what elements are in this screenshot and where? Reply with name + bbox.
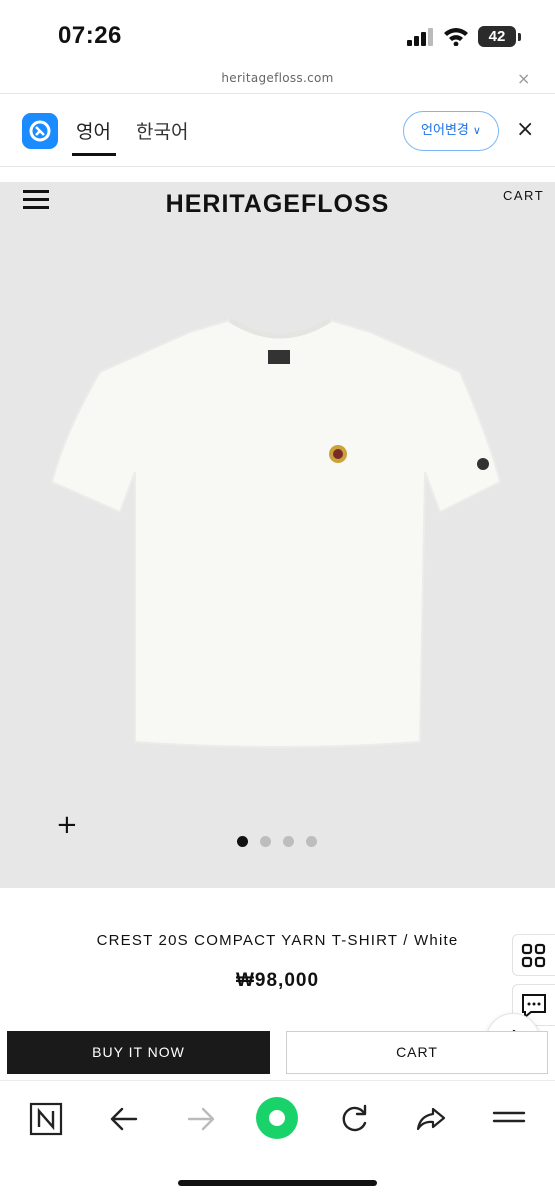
naver-n-icon[interactable] xyxy=(26,1099,66,1139)
carousel-dot[interactable] xyxy=(260,836,271,847)
add-to-cart-button[interactable]: CART xyxy=(286,1031,548,1074)
status-bar: 07:26 42 xyxy=(0,0,555,66)
tab-english[interactable]: 영어 xyxy=(76,117,111,144)
share-icon[interactable] xyxy=(411,1099,451,1139)
header-cart-link[interactable]: CART xyxy=(503,188,544,203)
signal-icon xyxy=(407,28,433,46)
grid-icon xyxy=(521,943,546,968)
grid-view-button[interactable] xyxy=(512,934,555,976)
zoom-plus-icon[interactable]: + xyxy=(56,812,78,838)
carousel-dot[interactable] xyxy=(283,836,294,847)
change-language-button[interactable]: 언어변경 ∨ xyxy=(403,111,499,151)
wifi-icon xyxy=(444,28,468,46)
green-home-icon[interactable] xyxy=(255,1096,299,1140)
active-tab-underline xyxy=(72,153,116,156)
translator-logo-icon xyxy=(22,113,58,149)
product-price: ₩98,000 xyxy=(235,970,320,991)
battery-cap xyxy=(518,33,521,41)
translation-bar: 영어 한국어 언어변경 ∨ × xyxy=(0,95,555,167)
product-title: CREST 20S COMPACT YARN T-SHIRT / White xyxy=(96,932,459,949)
change-language-label: 언어변경 xyxy=(421,123,469,138)
chevron-down-icon: ∨ xyxy=(472,124,481,137)
url-text[interactable]: heritagefloss.com xyxy=(0,71,555,85)
product-image-carousel[interactable]: + xyxy=(0,182,555,888)
buy-it-now-button[interactable]: BUY IT NOW xyxy=(7,1031,270,1074)
carousel-dot[interactable] xyxy=(306,836,317,847)
forward-arrow-icon[interactable] xyxy=(181,1099,221,1139)
home-indicator xyxy=(178,1180,377,1186)
translation-close-icon[interactable]: × xyxy=(516,117,534,142)
brand-logo[interactable]: HERITAGEFLOSS xyxy=(0,190,555,219)
site-header: HERITAGEFLOSS CART xyxy=(0,182,555,226)
product-tshirt-image xyxy=(50,317,502,748)
url-close-icon[interactable]: × xyxy=(517,69,530,88)
url-bar[interactable]: heritagefloss.com × xyxy=(0,66,555,94)
status-time: 07:26 xyxy=(58,22,122,49)
carousel-dot[interactable] xyxy=(237,836,248,847)
back-arrow-icon[interactable] xyxy=(104,1099,144,1139)
crest-logo xyxy=(329,445,347,463)
tab-korean[interactable]: 한국어 xyxy=(136,117,188,144)
battery-icon: 42 xyxy=(478,26,516,47)
refresh-icon[interactable] xyxy=(334,1099,374,1139)
menu-icon[interactable] xyxy=(489,1099,529,1139)
